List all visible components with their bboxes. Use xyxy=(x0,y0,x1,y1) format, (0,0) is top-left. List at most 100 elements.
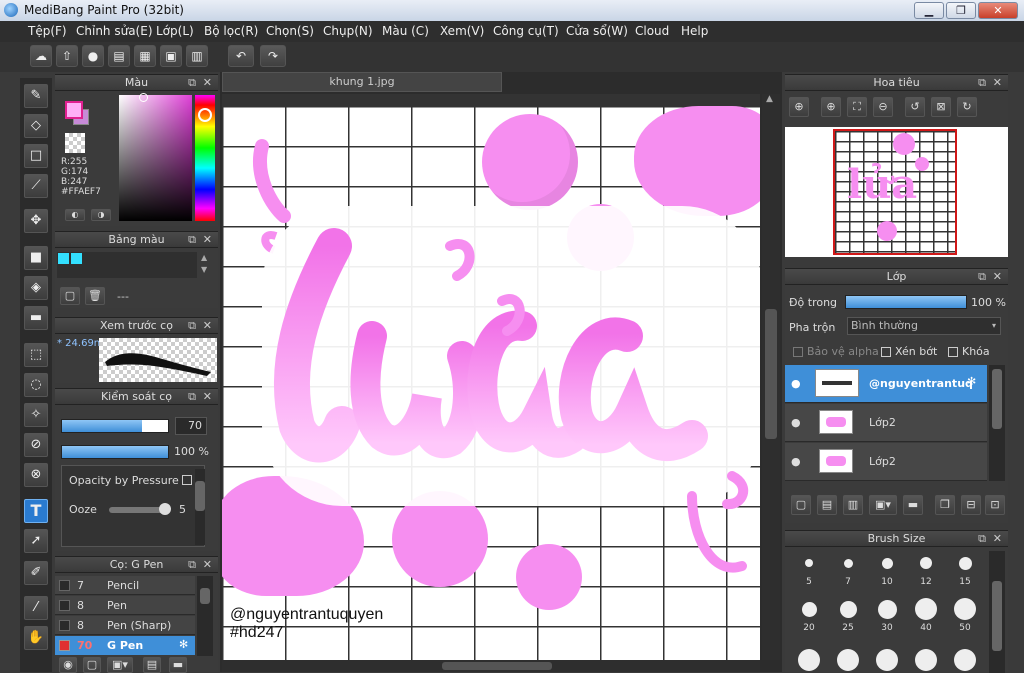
canvas[interactable]: @nguyentrantuquyen #hd247 xyxy=(222,106,760,660)
minimize-button[interactable]: ▁ xyxy=(914,2,944,19)
brush-size-option[interactable]: 15 xyxy=(947,551,983,593)
merge-layer-icon[interactable]: ⊟ xyxy=(961,495,981,515)
canvas-vertical-scrollbar[interactable]: ▲ xyxy=(762,94,780,660)
brush-menu-icon[interactable]: ▣▾ xyxy=(107,657,133,673)
brush-list-scrollbar[interactable] xyxy=(197,576,213,656)
undock-icon[interactable]: ⧉ xyxy=(188,232,196,247)
eye-icon[interactable]: ● xyxy=(791,416,801,429)
brush-size-option[interactable]: 12 xyxy=(908,551,944,593)
hue-cursor[interactable] xyxy=(198,108,212,122)
layer-row-selected[interactable]: ● @nguyentrantuq ✻ xyxy=(785,365,987,403)
brush-control-scrollbar[interactable] xyxy=(195,469,205,545)
rotate-right-icon[interactable]: ↻ xyxy=(957,97,977,117)
brush-size-option[interactable]: 7 xyxy=(830,551,866,593)
document-tab[interactable]: khung 1.jpg xyxy=(222,72,502,92)
brush-size-dot[interactable] xyxy=(798,649,820,671)
close-icon[interactable]: ✕ xyxy=(203,75,212,90)
navigator-viewport[interactable]: lửa xyxy=(833,129,957,255)
redo-icon[interactable]: ↷ xyxy=(260,45,286,67)
select-eraser-tool-icon[interactable]: ⊗ xyxy=(24,463,48,487)
brush-size-option[interactable]: 10 xyxy=(869,551,905,593)
edit-grid-icon[interactable]: ▥ xyxy=(186,45,208,67)
undock-icon[interactable]: ⧉ xyxy=(188,557,196,572)
folder-icon[interactable]: ▬ xyxy=(903,495,923,515)
close-icon[interactable]: ✕ xyxy=(993,269,1002,284)
main-color-swatch[interactable] xyxy=(65,101,83,119)
brush-size-value[interactable]: 70 xyxy=(175,417,207,435)
cloud-icon[interactable]: ☁ xyxy=(30,45,52,67)
hand-tool-icon[interactable]: ✋ xyxy=(24,626,48,650)
menu-edit[interactable]: Chỉnh sửa(E) xyxy=(76,24,153,38)
close-icon[interactable]: ✕ xyxy=(203,389,212,404)
menu-view[interactable]: Xem(V) xyxy=(440,24,484,38)
menu-tools[interactable]: Công cụ(T) xyxy=(493,24,559,38)
maximize-button[interactable]: ❐ xyxy=(946,2,976,19)
menu-filter[interactable]: Bộ lọc(R) xyxy=(204,24,258,38)
menu-color[interactable]: Màu (C) xyxy=(382,24,429,38)
menu-layer[interactable]: Lớp(L) xyxy=(156,24,194,38)
comment-icon[interactable]: ● xyxy=(82,45,104,67)
document-icon[interactable]: ▦ xyxy=(134,45,156,67)
zoom-in-icon[interactable]: ⊕ xyxy=(789,97,809,117)
palette-swatch[interactable] xyxy=(71,253,82,264)
bucket-tool-icon[interactable]: ◈ xyxy=(24,276,48,300)
brush-size-dot[interactable] xyxy=(837,649,859,671)
palette-scroll-arrows[interactable]: ▲ ▼ xyxy=(201,252,207,276)
brush-doc-icon[interactable]: ▤ xyxy=(143,657,161,673)
new-palette-icon[interactable]: ▢ xyxy=(60,287,80,305)
protect-alpha-checkbox[interactable] xyxy=(793,347,803,357)
brush-size-option[interactable]: 50 xyxy=(947,597,983,639)
brush-size-option[interactable]: 30 xyxy=(869,597,905,639)
folder-icon[interactable]: ▬ xyxy=(169,657,187,673)
brush-size-option[interactable]: 20 xyxy=(791,597,827,639)
layer-opacity-slider[interactable] xyxy=(845,295,967,309)
brush-item[interactable]: 7 Pencil xyxy=(55,576,195,595)
lock-checkbox[interactable] xyxy=(948,347,958,357)
menu-file[interactable]: Tệp(F) xyxy=(28,24,67,38)
close-icon[interactable]: ✕ xyxy=(203,557,212,572)
move-tool-icon[interactable]: ✥ xyxy=(24,209,48,233)
fit-screen-icon[interactable]: ⛶ xyxy=(847,97,867,117)
undock-icon[interactable]: ⧉ xyxy=(188,75,196,90)
layer-add-menu-icon[interactable]: ▣▾ xyxy=(869,495,897,515)
divide-tool-icon[interactable]: ✐ xyxy=(24,561,48,585)
undock-icon[interactable]: ⧉ xyxy=(978,269,986,284)
saturation-value-picker[interactable] xyxy=(119,95,192,221)
eyedropper-tool-icon[interactable]: ⁄ xyxy=(24,596,48,620)
close-button[interactable]: ✕ xyxy=(978,2,1018,19)
close-icon[interactable]: ✕ xyxy=(993,531,1002,546)
fill-rect-tool-icon[interactable]: ■ xyxy=(24,246,48,270)
clipping-checkbox[interactable] xyxy=(881,347,891,357)
zoom-out-icon[interactable]: ⊖ xyxy=(873,97,893,117)
canvas-horizontal-scrollbar[interactable] xyxy=(222,660,760,672)
new-brush-icon[interactable]: ▢ xyxy=(83,657,101,673)
brush-size-option[interactable]: 25 xyxy=(830,597,866,639)
undock-icon[interactable]: ⧉ xyxy=(188,389,196,404)
eraser-tool-icon[interactable]: ◇ xyxy=(24,114,48,138)
menu-window[interactable]: Cửa sổ(W) xyxy=(566,24,628,38)
line-tool-icon[interactable]: ⟋ xyxy=(24,174,48,198)
lasso-tool-icon[interactable]: ◌ xyxy=(24,373,48,397)
brush-item-selected[interactable]: 70 G Pen ✻ xyxy=(55,636,195,655)
upload-icon[interactable]: ⇧ xyxy=(56,45,78,67)
zoom-in-small-icon[interactable]: ⊕ xyxy=(821,97,841,117)
color-mode-button[interactable]: ◐ xyxy=(65,209,85,221)
undock-icon[interactable]: ⧉ xyxy=(978,531,986,546)
brush-size-option[interactable]: 5 xyxy=(791,551,827,593)
rotate-left-icon[interactable]: ↺ xyxy=(905,97,925,117)
layout-icon[interactable]: ▣ xyxy=(160,45,182,67)
brush-item[interactable]: 8 Pen (Sharp) xyxy=(55,616,195,635)
close-icon[interactable]: ✕ xyxy=(993,75,1002,90)
layer-row[interactable]: ● Lớp2 xyxy=(785,404,987,442)
new-layer-icon[interactable]: ▢ xyxy=(791,495,811,515)
undock-icon[interactable]: ⧉ xyxy=(188,318,196,333)
new-halftone-layer-icon[interactable]: ▤ xyxy=(817,495,837,515)
transparent-swatch[interactable] xyxy=(65,133,85,153)
gear-icon[interactable]: ✻ xyxy=(179,638,188,651)
text-tool-icon[interactable]: T xyxy=(24,499,48,523)
select-tool-icon[interactable]: ⬚ xyxy=(24,343,48,367)
trash-icon[interactable]: 🗑 xyxy=(85,287,105,305)
brush-size-option[interactable]: 40 xyxy=(908,597,944,639)
brush-add-icon[interactable]: ◉ xyxy=(59,657,77,673)
brush-item[interactable]: 8 Pen xyxy=(55,596,195,615)
